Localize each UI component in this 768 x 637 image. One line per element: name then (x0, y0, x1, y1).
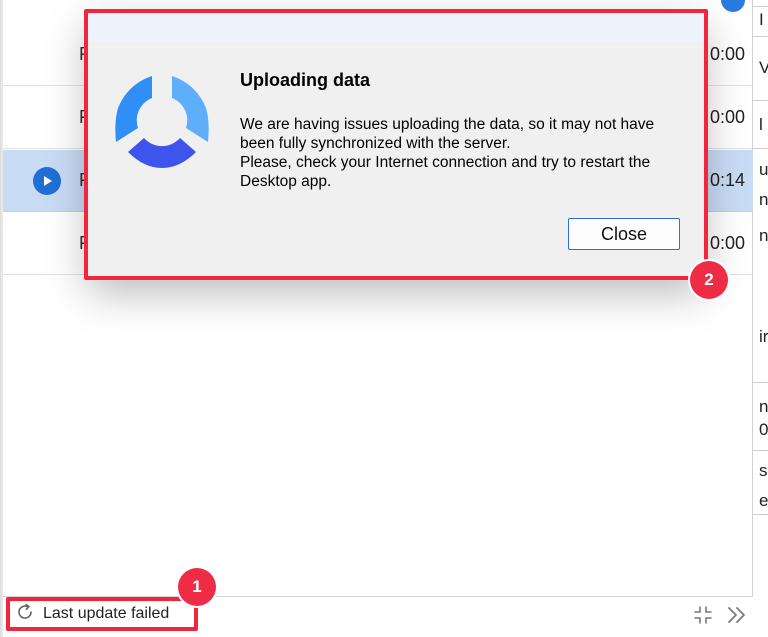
panel-text-fragment: s (759, 461, 768, 480)
panel-text-fragment: u (759, 160, 768, 179)
panel-text-fragment: l (759, 115, 763, 134)
panel-text-fragment: V (759, 58, 768, 78)
panel-divider (753, 36, 768, 37)
item-duration: 0:14 (709, 170, 745, 190)
collapse-icon[interactable] (691, 603, 715, 627)
annotation-highlight-1 (6, 597, 198, 631)
play-icon[interactable] (33, 167, 61, 195)
panel-divider (753, 6, 768, 7)
background-panel: I V l u ne ne ir na 0 s e (752, 0, 768, 637)
panel-divider (753, 514, 768, 515)
annotation-marker-1: 1 (178, 568, 216, 606)
item-duration: 0:00 (709, 233, 745, 253)
panel-text-fragment: na (759, 397, 768, 416)
item-duration: 0:00 (709, 107, 745, 127)
panel-text-fragment: ir (759, 327, 768, 346)
panel-divider (753, 450, 768, 451)
panel-text-fragment: 0 (759, 420, 768, 439)
panel-divider (753, 100, 768, 101)
panel-text-fragment: e (759, 491, 768, 510)
panel-text-fragment: ne (759, 226, 768, 245)
panel-text-fragment: I (759, 10, 764, 29)
panel-divider (753, 148, 768, 149)
panel-divider (753, 382, 768, 383)
notification-badge[interactable] (721, 0, 745, 12)
annotation-marker-2: 2 (690, 261, 728, 299)
panel-text-fragment: ne (759, 190, 768, 209)
double-chevron-right-icon[interactable] (725, 603, 749, 627)
item-duration: 0:00 (709, 44, 745, 64)
annotation-highlight-2 (84, 9, 708, 280)
